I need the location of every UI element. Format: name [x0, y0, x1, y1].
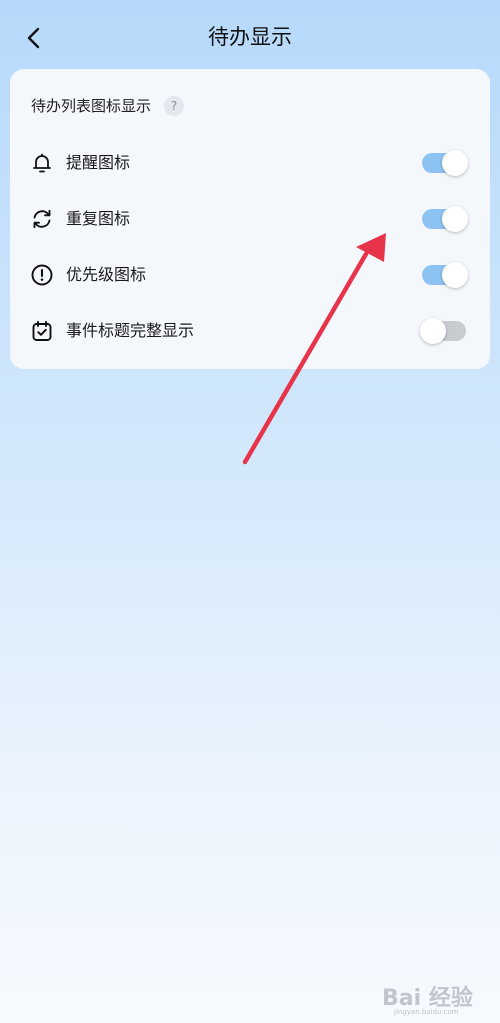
- section-title: 待办列表图标显示: [31, 97, 152, 115]
- setting-label: 优先级图标: [66, 265, 147, 284]
- calendar-check-icon: [30, 319, 54, 343]
- bell-icon: [30, 151, 54, 175]
- toggle-switch-full-title[interactable]: [420, 318, 466, 344]
- refresh-icon: [30, 207, 54, 231]
- toggle-switch-priority-icon[interactable]: [422, 262, 468, 288]
- setting-row-reminder-icon: 提醒图标: [10, 135, 490, 191]
- setting-label: 事件标题完整显示: [66, 321, 195, 340]
- toggle-knob: [420, 318, 446, 344]
- setting-row-repeat-icon: 重复图标: [10, 191, 490, 247]
- watermark-logo: Bai 经验 jingyan.baidu.com: [380, 968, 495, 1018]
- page-title: 待办显示: [208, 25, 292, 49]
- setting-label: 重复图标: [66, 209, 131, 228]
- toggle-knob: [442, 150, 468, 176]
- exclamation-circle-icon: [30, 263, 54, 287]
- setting-label: 提醒图标: [66, 153, 131, 172]
- section-header: 待办列表图标显示 ?: [31, 95, 185, 117]
- toggle-switch-reminder-icon[interactable]: [422, 150, 468, 176]
- settings-card: 待办列表图标显示 ? 提醒图标 重复图标 优先级图标 事件标题完整显示: [10, 69, 490, 369]
- toggle-switch-repeat-icon[interactable]: [422, 206, 468, 232]
- help-button[interactable]: ?: [164, 96, 185, 116]
- toggle-knob: [442, 206, 468, 232]
- setting-row-priority-icon: 优先级图标: [10, 247, 490, 303]
- setting-row-full-title: 事件标题完整显示: [10, 303, 490, 359]
- watermark-subtext: jingyan.baidu.com: [394, 1008, 459, 1016]
- toggle-knob: [442, 262, 468, 288]
- header-bar: 待办显示: [0, 0, 500, 74]
